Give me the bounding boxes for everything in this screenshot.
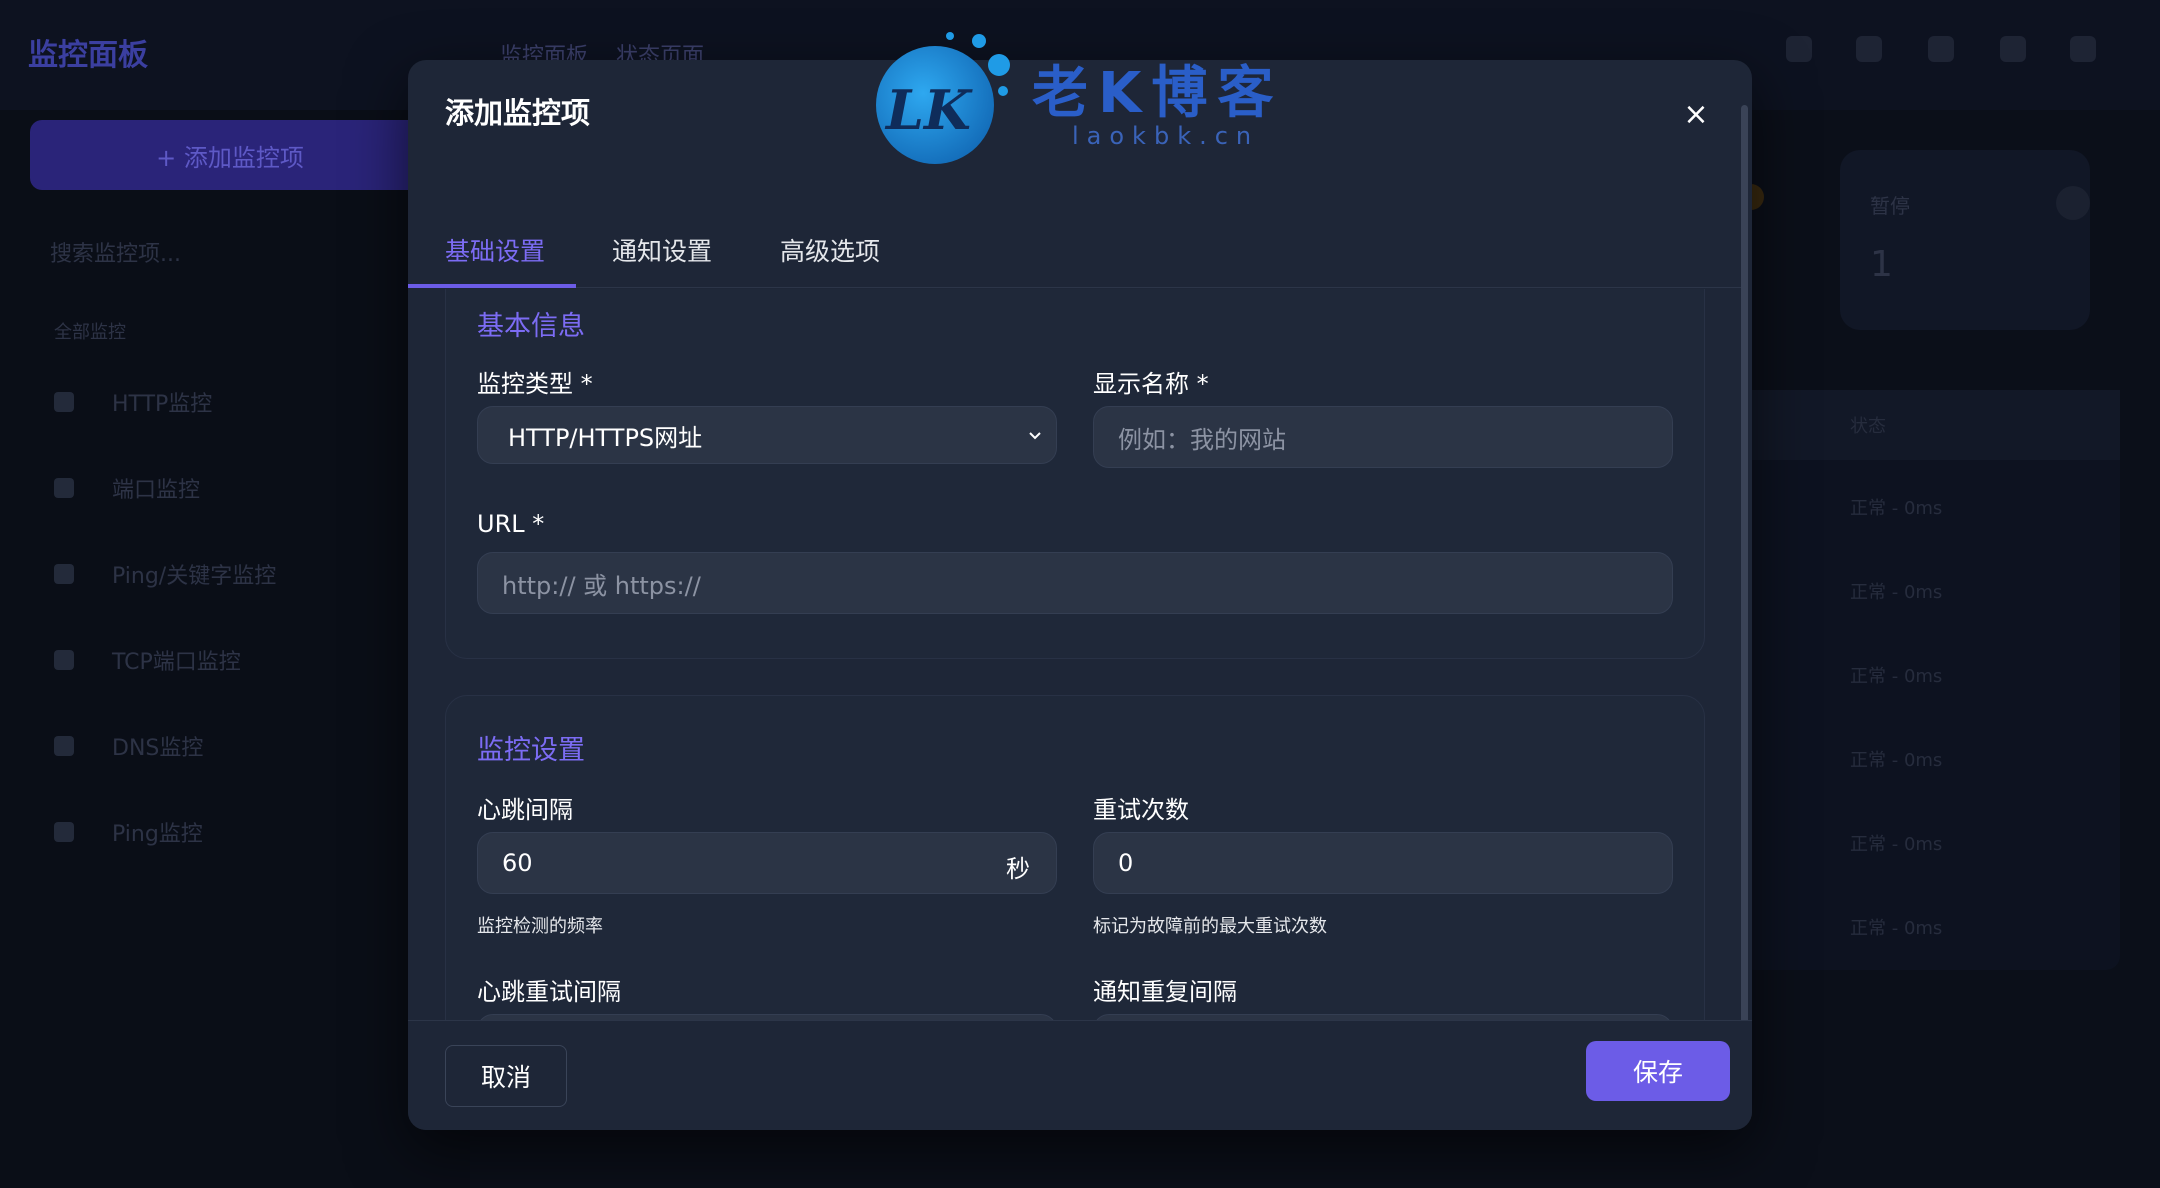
watermark-subtitle: laokbk.cn <box>1072 122 1260 150</box>
url-placeholder: http:// 或 https:// <box>502 571 701 600</box>
watermark-drop <box>946 32 954 40</box>
close-button[interactable]: × <box>1676 94 1716 134</box>
save-button[interactable]: 保存 <box>1586 1041 1730 1101</box>
retry-interval-label: 心跳重试间隔 <box>477 978 621 1006</box>
background-menu-icon <box>2000 36 2026 62</box>
background-table-header <box>1740 390 2120 460</box>
heartbeat-interval-input[interactable]: 60 秒 <box>477 832 1057 894</box>
retries-hint: 标记为故障前的最大重试次数 <box>1093 916 1327 937</box>
background-pause-icon <box>2056 186 2090 220</box>
background-item: TCP端口监控 <box>54 644 241 676</box>
watermark-logo: LK 老K博客 laokbk.cn <box>876 30 1296 164</box>
background-add-button: + 添加监控项 <box>30 120 430 190</box>
background-table-cell: 正常 - 0ms <box>1850 582 1943 603</box>
monitor-type-label: 监控类型 * <box>477 370 593 398</box>
modal-title: 添加监控项 <box>445 96 591 130</box>
background-stat-card <box>1840 150 2090 330</box>
background-stat-value: 1 <box>1870 244 1893 285</box>
background-group: 全部监控 <box>54 322 126 343</box>
watermark-drop <box>988 54 1010 76</box>
monitor-type-value: HTTP/HTTPS网址 <box>508 423 703 452</box>
background-settings-icon <box>1928 36 1954 62</box>
basic-info-section: 基本信息 监控类型 * HTTP/HTTPS网址 显示名称 * 例如：我的网站 … <box>445 289 1705 659</box>
heartbeat-unit: 秒 <box>1006 855 1030 883</box>
monitor-settings-title: 监控设置 <box>477 735 585 766</box>
heartbeat-interval-value: 60 <box>502 849 533 877</box>
basic-info-title: 基本信息 <box>477 311 585 342</box>
notify-repeat-label: 通知重复间隔 <box>1093 978 1237 1006</box>
background-table-cell: 正常 - 0ms <box>1850 750 1943 771</box>
background-item: Ping/关键字监控 <box>54 558 276 590</box>
background-moon-icon <box>1856 36 1882 62</box>
chevron-down-icon <box>1029 432 1041 440</box>
watermark-title: 老K博客 <box>1032 61 1284 126</box>
tab-advanced-options[interactable]: 高级选项 <box>780 232 880 268</box>
background-stat-label: 暂停 <box>1870 194 1910 218</box>
background-item: Ping监控 <box>54 816 203 848</box>
active-tab-indicator <box>408 284 576 288</box>
modal-body[interactable]: 基本信息 监控类型 * HTTP/HTTPS网址 显示名称 * 例如：我的网站 … <box>408 289 1746 1079</box>
background-table-header-label: 状态 <box>1850 416 1886 437</box>
background-search: 搜索监控项... <box>50 242 181 267</box>
tab-notification-settings[interactable]: 通知设置 <box>612 232 712 268</box>
tab-basic-settings[interactable]: 基础设置 <box>445 232 545 268</box>
url-input[interactable]: http:// 或 https:// <box>477 552 1673 614</box>
heartbeat-interval-hint: 监控检测的频率 <box>477 916 603 937</box>
url-label: URL * <box>477 510 545 538</box>
background-bell-icon <box>1786 36 1812 62</box>
background-user-icon <box>2070 36 2096 62</box>
retries-value: 0 <box>1118 849 1134 877</box>
background-table-cell: 正常 - 0ms <box>1850 498 1943 519</box>
watermark-mark: LK <box>886 78 971 142</box>
display-name-placeholder: 例如：我的网站 <box>1118 425 1286 454</box>
background-item: DNS监控 <box>54 730 203 762</box>
background-table-cell: 正常 - 0ms <box>1850 834 1943 855</box>
close-icon: × <box>1683 96 1709 132</box>
background-item: HTTP监控 <box>54 386 212 418</box>
display-name-label: 显示名称 * <box>1093 370 1209 398</box>
retries-input[interactable]: 0 <box>1093 832 1673 894</box>
modal-scrollbar[interactable] <box>1741 105 1748 1093</box>
modal-tabs: 基础设置 通知设置 高级选项 <box>408 168 1746 288</box>
watermark-drop <box>972 34 986 48</box>
background-item: 端口监控 <box>54 472 200 504</box>
cancel-button[interactable]: 取消 <box>445 1045 567 1107</box>
monitor-type-select[interactable]: HTTP/HTTPS网址 <box>477 406 1057 464</box>
background-table-cell: 正常 - 0ms <box>1850 918 1943 939</box>
background-logo: 监控面板 <box>28 38 148 73</box>
watermark-drop <box>998 86 1008 96</box>
retries-label: 重试次数 <box>1093 796 1189 824</box>
add-monitor-modal: 添加监控项 × 基础设置 通知设置 高级选项 基本信息 监控类型 * HTTP/… <box>408 60 1752 1130</box>
heartbeat-interval-label: 心跳间隔 <box>477 796 573 824</box>
modal-footer: 取消 保存 <box>408 1020 1752 1130</box>
display-name-input[interactable]: 例如：我的网站 <box>1093 406 1673 468</box>
background-table-cell: 正常 - 0ms <box>1850 666 1943 687</box>
